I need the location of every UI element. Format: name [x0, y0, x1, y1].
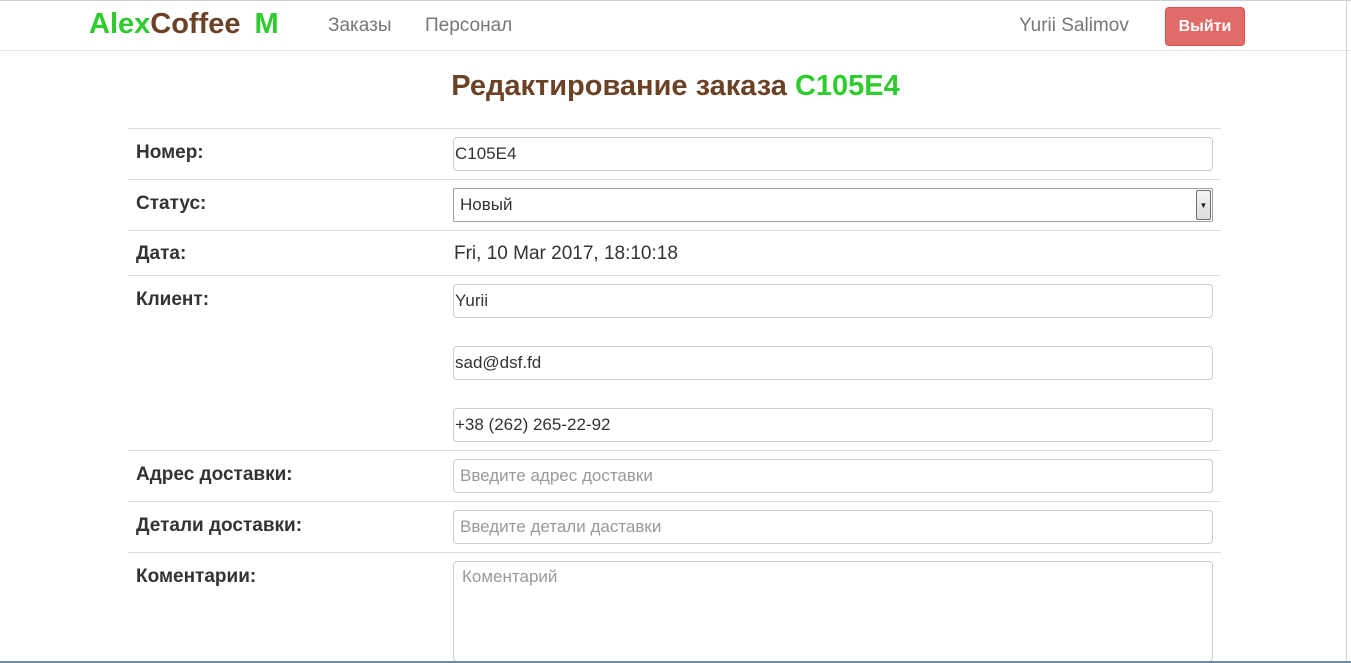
nav-staff-link[interactable]: Персонал — [425, 15, 512, 37]
form-row-delivery-details: Детали доставки: Введите детали даставки — [128, 501, 1221, 552]
brand-logo[interactable]: AlexCoffee M — [89, 7, 279, 41]
chevron-down-icon[interactable]: ▼ — [1196, 190, 1211, 220]
status-select-value: Новый — [460, 195, 513, 214]
delivery-details-label: Детали доставки: — [136, 515, 303, 536]
nav-orders-link[interactable]: Заказы — [328, 15, 392, 37]
brand-m: M — [254, 8, 279, 40]
client-name-input[interactable]: Yurii — [453, 284, 1213, 318]
date-label: Дата: — [136, 243, 187, 264]
brand-coffee: Coffee — [150, 8, 241, 40]
number-input[interactable]: C105E4 — [453, 137, 1213, 171]
form-row-address: Адрес доставки: Введите адрес доставки — [128, 450, 1221, 501]
top-navbar: AlexCoffee M Заказы Персонал Yurii Salimo… — [0, 0, 1351, 51]
form-row-status: Статус: Новый ▼ — [128, 179, 1221, 230]
comments-textarea[interactable]: Коментарий — [453, 561, 1213, 662]
page-title-order-code: C105E4 — [794, 70, 900, 102]
form-row-comments: Коментарии: Коментарий — [128, 552, 1221, 663]
client-email-input[interactable]: sad@dsf.fd — [453, 346, 1213, 380]
form-row-number: Номер: C105E4 — [128, 128, 1221, 179]
address-input[interactable]: Введите адрес доставки — [453, 459, 1213, 493]
page-title-label: Редактирование заказа — [451, 70, 787, 102]
logout-button[interactable]: Выйти — [1165, 7, 1245, 46]
nav-user-link[interactable]: Yurii Salimov — [1019, 15, 1129, 37]
form-row-date: Дата: Fri, 10 Mar 2017, 18:10:18 — [128, 230, 1221, 275]
address-label: Адрес доставки: — [136, 464, 293, 485]
form-row-client: Клиент: Yurii sad@dsf.fd +38 (262) 265-2… — [128, 275, 1221, 450]
brand-alex: Alex — [89, 8, 151, 40]
delivery-details-input[interactable]: Введите детали даставки — [453, 510, 1213, 544]
client-phone-input[interactable]: +38 (262) 265-22-92 — [453, 408, 1213, 442]
date-value: Fri, 10 Mar 2017, 18:10:18 — [454, 243, 678, 264]
number-label: Номер: — [136, 142, 204, 163]
client-label: Клиент: — [136, 289, 210, 310]
status-select[interactable]: Новый ▼ — [453, 188, 1213, 222]
page-title: Редактирование заказа C105E4 — [0, 68, 1351, 104]
status-label: Статус: — [136, 193, 207, 214]
comments-label: Коментарии: — [136, 566, 257, 587]
